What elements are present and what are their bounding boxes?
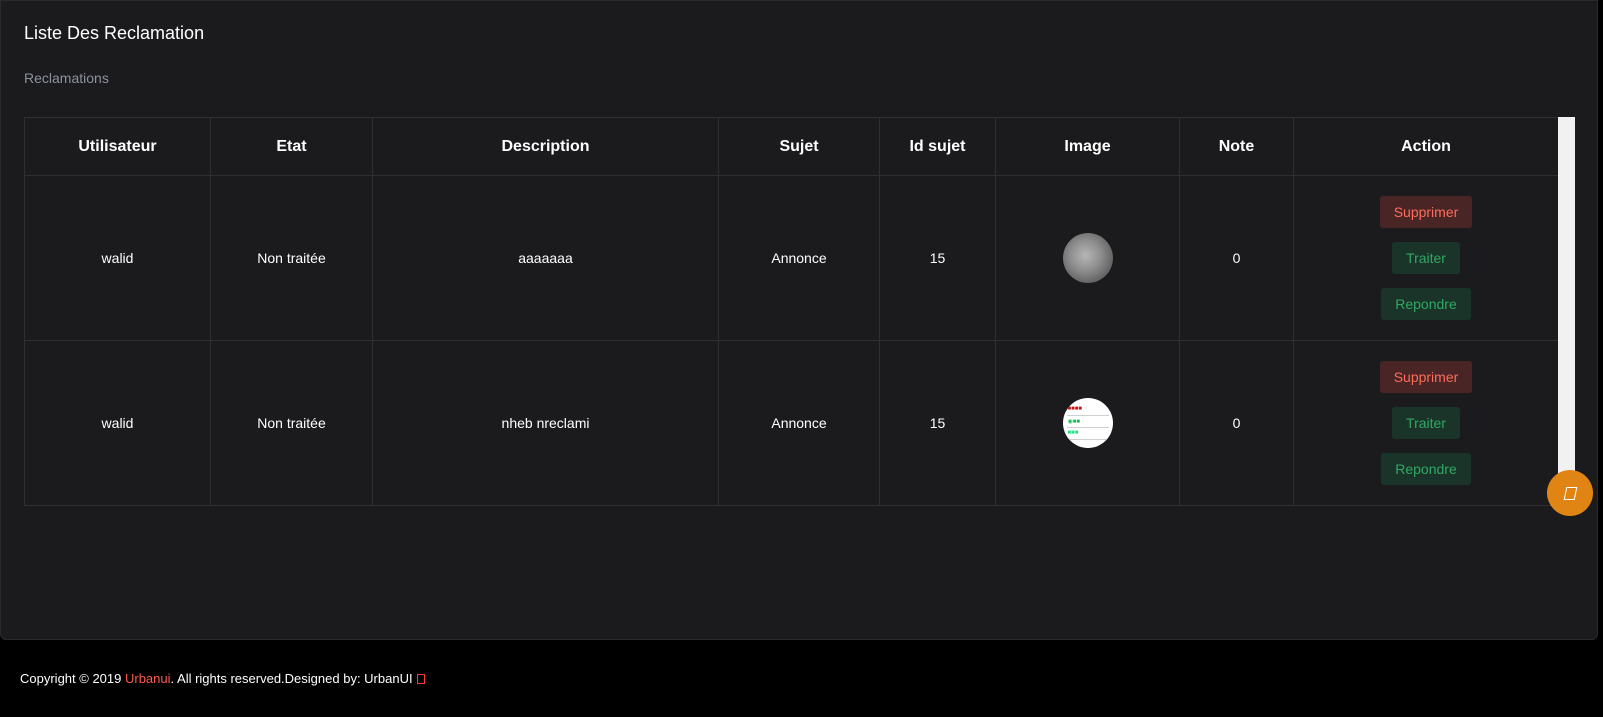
- cell-sujet: Annonce: [718, 340, 880, 506]
- cell-note: 0: [1179, 175, 1294, 341]
- table-header-row: Utilisateur Etat Description Sujet Id su…: [24, 117, 1559, 176]
- heart-icon: [416, 674, 425, 684]
- cell-description: aaaaaaa: [372, 175, 719, 341]
- reclamation-image-thumbnail: ■■■■ ◉■■ ■■■: [1062, 398, 1113, 448]
- header-image: Image: [995, 117, 1180, 176]
- cell-id-sujet: 15: [879, 340, 996, 506]
- page-title: Liste Des Reclamation: [24, 23, 205, 43]
- header-id-sujet: Id sujet: [879, 117, 996, 176]
- table-container: Utilisateur Etat Description Sujet Id su…: [24, 117, 1575, 506]
- cell-etat: Non traitée: [210, 340, 373, 506]
- delete-button[interactable]: Supprimer: [1379, 196, 1473, 228]
- footer: Copyright © 2019 Urbanui. All rights res…: [20, 671, 425, 686]
- footer-copyright: Copyright © 2019: [20, 671, 125, 686]
- header-note: Note: [1179, 117, 1294, 176]
- cell-action: Supprimer Traiter Repondre: [1293, 175, 1559, 341]
- header-etat: Etat: [210, 117, 373, 176]
- footer-brand-link[interactable]: Urbanui: [125, 671, 171, 686]
- reclamation-table: Utilisateur Etat Description Sujet Id su…: [24, 117, 1559, 506]
- table-row: walid Non traitée aaaaaaa Annonce 15 0 S…: [24, 175, 1559, 341]
- cell-image: ■■■■ ◉■■ ■■■: [995, 340, 1180, 506]
- cell-etat: Non traitée: [210, 175, 373, 341]
- reply-button[interactable]: Repondre: [1381, 453, 1471, 485]
- cell-action: Supprimer Traiter Repondre: [1293, 340, 1559, 506]
- delete-button[interactable]: Supprimer: [1379, 361, 1473, 393]
- cell-description: nheb nreclami: [372, 340, 719, 506]
- reclamation-image-thumbnail: [1062, 233, 1113, 283]
- card-subtitle: Reclamations: [24, 70, 109, 86]
- reclamation-card: Liste Des Reclamation Reclamations Utili…: [0, 0, 1598, 640]
- cell-utilisateur: walid: [24, 340, 211, 506]
- reply-button[interactable]: Repondre: [1381, 288, 1471, 320]
- cell-sujet: Annonce: [718, 175, 880, 341]
- action-group: Supprimer Traiter Repondre: [1294, 196, 1558, 320]
- cell-note: 0: [1179, 340, 1294, 506]
- action-group: Supprimer Traiter Repondre: [1294, 361, 1558, 485]
- vertical-scrollbar[interactable]: [1558, 117, 1575, 504]
- header-utilisateur: Utilisateur: [24, 117, 211, 176]
- header-action: Action: [1293, 117, 1559, 176]
- settings-icon: [1563, 486, 1577, 500]
- cell-utilisateur: walid: [24, 175, 211, 341]
- header-description: Description: [372, 117, 719, 176]
- header-sujet: Sujet: [718, 117, 880, 176]
- cell-image: [995, 175, 1180, 341]
- settings-fab-button[interactable]: [1547, 470, 1593, 516]
- process-button[interactable]: Traiter: [1392, 242, 1460, 274]
- table-row: walid Non traitée nheb nreclami Annonce …: [24, 340, 1559, 506]
- footer-rights: . All rights reserved.Designed by: Urban…: [170, 671, 413, 686]
- cell-id-sujet: 15: [879, 175, 996, 341]
- process-button[interactable]: Traiter: [1392, 407, 1460, 439]
